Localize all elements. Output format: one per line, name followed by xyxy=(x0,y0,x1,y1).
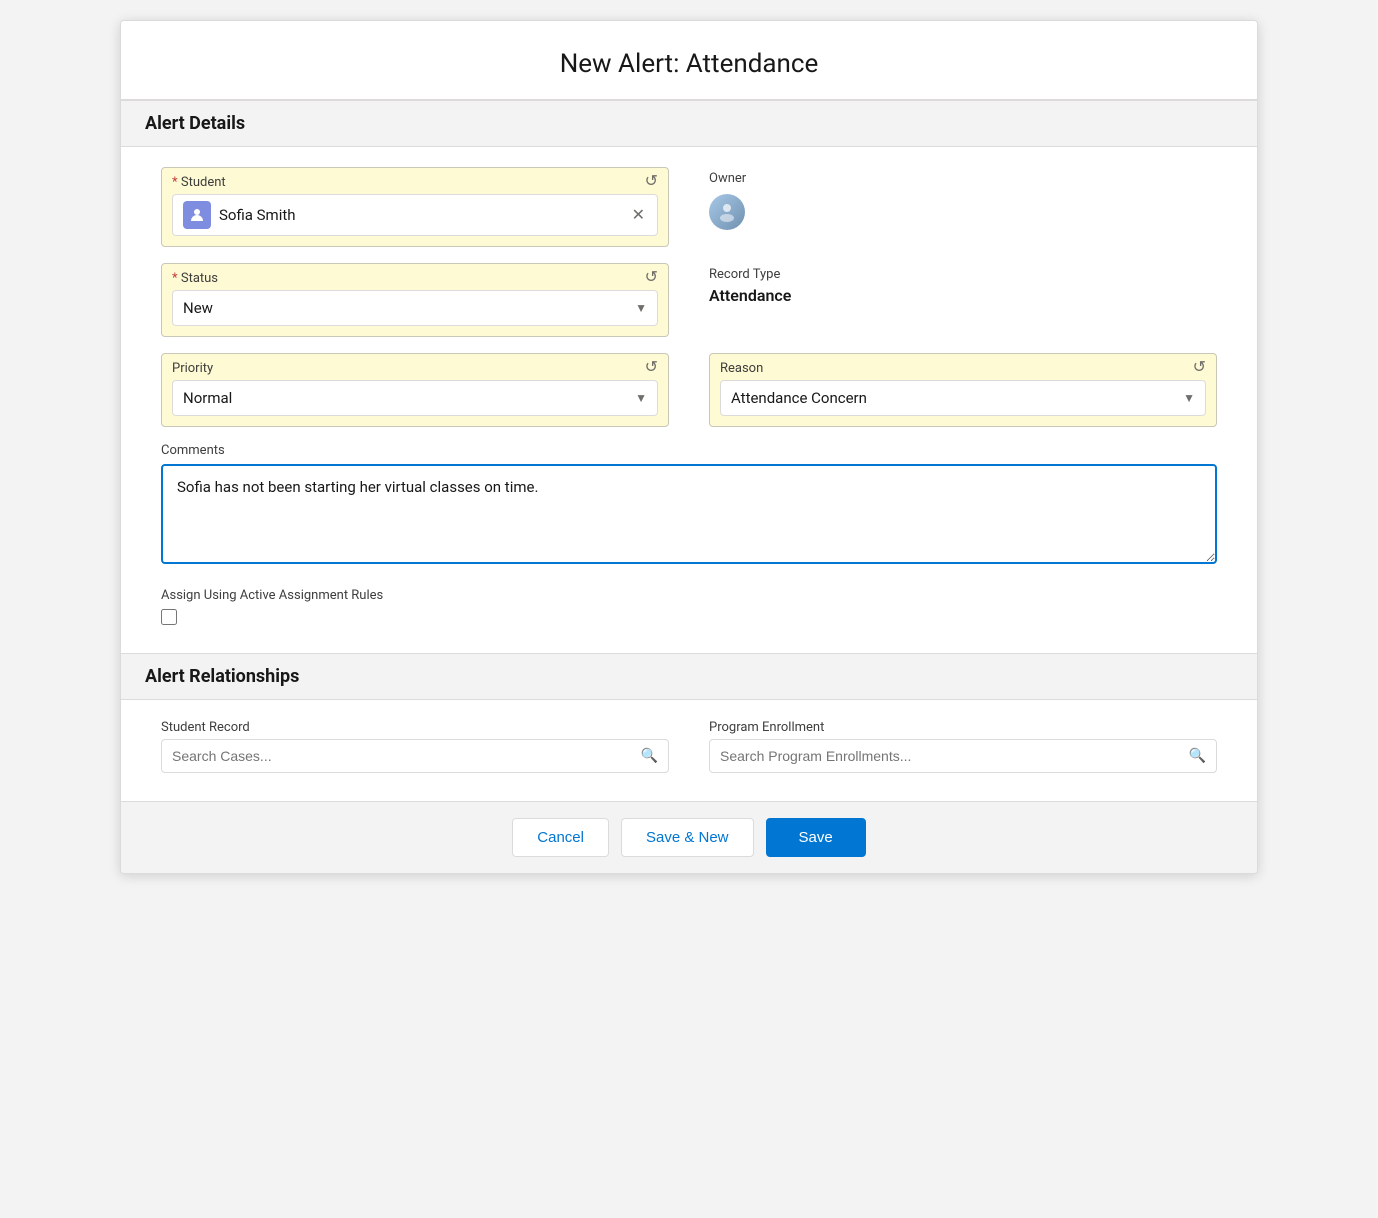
alert-relationships-body: Student Record 🔍 Program Enrollment 🔍 xyxy=(121,700,1257,801)
priority-field: Priority ↺ Normal ▼ xyxy=(161,353,669,427)
status-field-group: * Status ↺ New ▼ xyxy=(161,263,669,337)
owner-label-row: Owner xyxy=(709,171,1217,190)
reason-label-row: Reason ↺ xyxy=(720,360,1206,376)
save-button[interactable]: Save xyxy=(766,818,866,857)
student-record-input[interactable] xyxy=(172,748,641,764)
form-row-2: * Status ↺ New ▼ Record Type A xyxy=(161,263,1217,337)
status-label: * Status xyxy=(172,271,218,286)
program-enrollment-field-group: Program Enrollment 🔍 xyxy=(709,720,1217,773)
owner-field-group: Owner xyxy=(709,167,1217,230)
assign-rules-label: Assign Using Active Assignment Rules xyxy=(161,588,1217,603)
student-clear-button[interactable]: ✕ xyxy=(630,203,647,227)
modal-header: New Alert: Attendance xyxy=(121,21,1257,100)
relationships-grid: Student Record 🔍 Program Enrollment 🔍 xyxy=(161,720,1217,773)
reason-field: Reason ↺ Attendance Concern ▼ xyxy=(709,353,1217,427)
student-label-row: * Student ↺ xyxy=(172,174,658,190)
program-enrollment-search[interactable]: 🔍 xyxy=(709,739,1217,773)
reason-value: Attendance Concern xyxy=(731,389,1183,407)
student-reset-button[interactable]: ↺ xyxy=(645,174,658,190)
reason-chevron-icon: ▼ xyxy=(1183,391,1195,405)
assign-rules-checkbox[interactable] xyxy=(161,609,177,625)
program-enrollment-label: Program Enrollment xyxy=(709,720,1217,735)
priority-label: Priority xyxy=(172,361,213,376)
comments-section: Comments Sofia has not been starting her… xyxy=(161,443,1217,568)
reason-field-group: Reason ↺ Attendance Concern ▼ xyxy=(709,353,1217,427)
person-icon xyxy=(189,207,205,223)
status-reset-button[interactable]: ↺ xyxy=(645,270,658,286)
priority-select[interactable]: Normal ▼ xyxy=(172,380,658,416)
reason-select[interactable]: Attendance Concern ▼ xyxy=(720,380,1206,416)
priority-chevron-icon: ▼ xyxy=(635,391,647,405)
owner-avatar xyxy=(709,194,745,230)
student-label: * Student xyxy=(172,175,226,190)
modal-footer: Cancel Save & New Save xyxy=(121,801,1257,873)
student-record-label: Student Record xyxy=(161,720,669,735)
student-input-row: Sofia Smith ✕ xyxy=(172,194,658,236)
record-type-field-group: Record Type Attendance xyxy=(709,263,1217,305)
record-type-label: Record Type xyxy=(709,267,1217,282)
modal-title: New Alert: Attendance xyxy=(161,49,1217,79)
comments-label: Comments xyxy=(161,443,1217,458)
status-select[interactable]: New ▼ xyxy=(172,290,658,326)
save-new-button[interactable]: Save & New xyxy=(621,818,754,857)
priority-reset-button[interactable]: ↺ xyxy=(645,360,658,376)
priority-label-row: Priority ↺ xyxy=(172,360,658,376)
form-row-3: Priority ↺ Normal ▼ Reason ↺ xyxy=(161,353,1217,427)
alert-details-header: Alert Details xyxy=(121,100,1257,147)
owner-field: Owner xyxy=(709,167,1217,230)
search-icon-student: 🔍 xyxy=(641,748,658,764)
alert-relationships-section: Alert Relationships Student Record 🔍 Pro… xyxy=(121,653,1257,801)
alert-details-body: * Student ↺ Sofia Smith xyxy=(121,147,1257,653)
status-label-row: * Status ↺ xyxy=(172,270,658,286)
status-value: New xyxy=(183,299,635,317)
assign-rules-section: Assign Using Active Assignment Rules xyxy=(161,588,1217,625)
program-enrollment-input[interactable] xyxy=(720,748,1189,764)
record-type-value: Attendance xyxy=(709,286,1217,305)
cancel-button[interactable]: Cancel xyxy=(512,818,609,857)
reason-reset-button[interactable]: ↺ xyxy=(1193,360,1206,376)
student-record-field-group: Student Record 🔍 xyxy=(161,720,669,773)
owner-avatar-svg xyxy=(716,201,738,223)
form-row-1: * Student ↺ Sofia Smith xyxy=(161,167,1217,247)
student-field: * Student ↺ Sofia Smith xyxy=(161,167,669,247)
alert-relationships-title: Alert Relationships xyxy=(145,666,1233,687)
student-avatar-icon xyxy=(183,201,211,229)
status-chevron-icon: ▼ xyxy=(635,301,647,315)
comments-textarea[interactable]: Sofia has not been starting her virtual … xyxy=(161,464,1217,564)
priority-field-group: Priority ↺ Normal ▼ xyxy=(161,353,669,427)
search-icon-enrollment: 🔍 xyxy=(1189,748,1206,764)
reason-label: Reason xyxy=(720,361,763,376)
student-value: Sofia Smith xyxy=(219,206,630,224)
priority-value: Normal xyxy=(183,389,635,407)
status-field: * Status ↺ New ▼ xyxy=(161,263,669,337)
alert-relationships-header: Alert Relationships xyxy=(121,653,1257,700)
student-field-group: * Student ↺ Sofia Smith xyxy=(161,167,669,247)
student-record-search[interactable]: 🔍 xyxy=(161,739,669,773)
owner-label: Owner xyxy=(709,171,746,186)
record-type-field: Record Type Attendance xyxy=(709,263,1217,305)
modal-container: New Alert: Attendance Alert Details * St… xyxy=(120,20,1258,874)
alert-details-section: Alert Details * Student ↺ xyxy=(121,100,1257,653)
alert-details-title: Alert Details xyxy=(145,113,1233,134)
